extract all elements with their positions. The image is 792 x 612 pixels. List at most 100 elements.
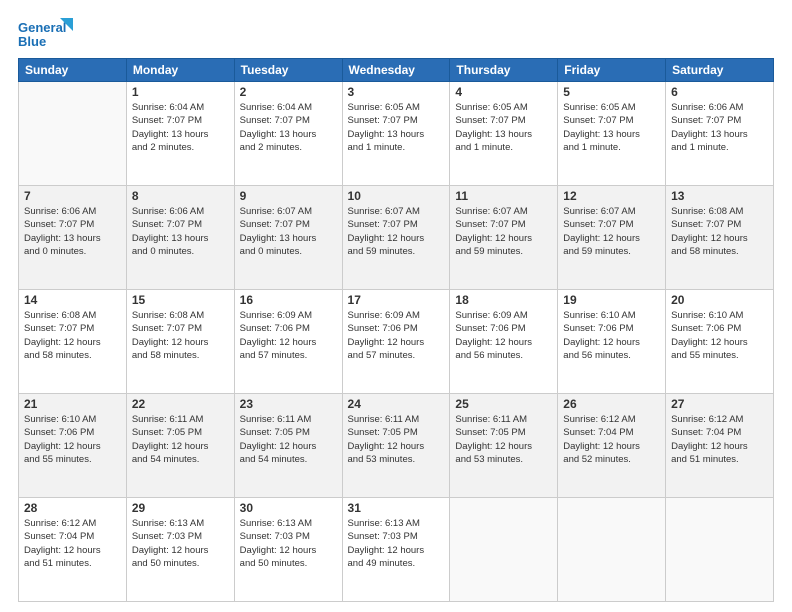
calendar-cell: [558, 498, 666, 602]
calendar-cell: 17 Sunrise: 6:09 AMSunset: 7:06 PMDayligh…: [342, 290, 450, 394]
calendar-cell: 2Sunrise: 6:04 AMSunset: 7:07 PMDaylight…: [234, 82, 342, 186]
calendar-cell: 26 Sunrise: 6:12 AMSunset: 7:04 PMDayligh…: [558, 394, 666, 498]
day-number: 4: [455, 85, 552, 99]
day-number: 10: [348, 189, 445, 203]
day-info: Sunrise: 6:09 AMSunset: 7:06 PMDaylight:…: [348, 309, 445, 362]
day-number: 18: [455, 293, 552, 307]
day-info: Sunrise: 6:11 AMSunset: 7:05 PMDaylight:…: [348, 413, 445, 466]
week-row-5: 28Sunrise: 6:12 AMSunset: 7:04 PMDayligh…: [19, 498, 774, 602]
day-info: Sunrise: 6:09 AMSunset: 7:06 PMDaylight:…: [240, 309, 337, 362]
day-info: Sunrise: 6:08 AMSunset: 7:07 PMDaylight:…: [132, 309, 229, 362]
day-number: 12: [563, 189, 660, 203]
calendar-cell: 20 Sunrise: 6:10 AMSunset: 7:06 PMDayligh…: [666, 290, 774, 394]
header: GeneralBlue: [18, 18, 774, 52]
day-info: Sunrise: 6:04 AMSunset: 7:07 PMDaylight:…: [132, 101, 229, 154]
day-number: 28: [24, 501, 121, 515]
calendar-cell: 7 Sunrise: 6:06 AMSunset: 7:07 PMDaylight…: [19, 186, 127, 290]
calendar-cell: [450, 498, 558, 602]
day-number: 11: [455, 189, 552, 203]
day-number: 17: [348, 293, 445, 307]
week-row-3: 14 Sunrise: 6:08 AMSunset: 7:07 PMDayligh…: [19, 290, 774, 394]
day-number: 29: [132, 501, 229, 515]
calendar-cell: 30 Sunrise: 6:13 AMSunset: 7:03 PMDayligh…: [234, 498, 342, 602]
calendar-cell: 22 Sunrise: 6:11 AMSunset: 7:05 PMDayligh…: [126, 394, 234, 498]
day-number: 20: [671, 293, 768, 307]
weekday-header-tuesday: Tuesday: [234, 59, 342, 82]
weekday-header-friday: Friday: [558, 59, 666, 82]
day-info: Sunrise: 6:13 AMSunset: 7:03 PMDaylight:…: [348, 517, 445, 570]
calendar-cell: 13 Sunrise: 6:08 AMSunset: 7:07 PMDayligh…: [666, 186, 774, 290]
day-info: Sunrise: 6:11 AMSunset: 7:05 PMDaylight:…: [240, 413, 337, 466]
day-number: 1: [132, 85, 229, 99]
calendar-cell: 24 Sunrise: 6:11 AMSunset: 7:05 PMDayligh…: [342, 394, 450, 498]
day-info: Sunrise: 6:07 AMSunset: 7:07 PMDaylight:…: [455, 205, 552, 258]
calendar-table: SundayMondayTuesdayWednesdayThursdayFrid…: [18, 58, 774, 602]
weekday-header-saturday: Saturday: [666, 59, 774, 82]
calendar-cell: 18 Sunrise: 6:09 AMSunset: 7:06 PMDayligh…: [450, 290, 558, 394]
svg-text:Blue: Blue: [18, 34, 46, 49]
calendar-cell: 29 Sunrise: 6:13 AMSunset: 7:03 PMDayligh…: [126, 498, 234, 602]
weekday-header-sunday: Sunday: [19, 59, 127, 82]
day-number: 24: [348, 397, 445, 411]
calendar-cell: 1 Sunrise: 6:04 AMSunset: 7:07 PMDaylight…: [126, 82, 234, 186]
day-number: 19: [563, 293, 660, 307]
day-number: 30: [240, 501, 337, 515]
day-number: 9: [240, 189, 337, 203]
day-info: Sunrise: 6:05 AMSunset: 7:07 PMDaylight:…: [348, 101, 445, 154]
day-info: Sunrise: 6:12 AMSunset: 7:04 PMDaylight:…: [671, 413, 768, 466]
calendar-cell: 11 Sunrise: 6:07 AMSunset: 7:07 PMDayligh…: [450, 186, 558, 290]
week-row-4: 21Sunrise: 6:10 AMSunset: 7:06 PMDayligh…: [19, 394, 774, 498]
calendar-cell: 6 Sunrise: 6:06 AMSunset: 7:07 PMDaylight…: [666, 82, 774, 186]
day-info: Sunrise: 6:13 AMSunset: 7:03 PMDaylight:…: [240, 517, 337, 570]
calendar-cell: [19, 82, 127, 186]
day-number: 8: [132, 189, 229, 203]
calendar-cell: 4Sunrise: 6:05 AMSunset: 7:07 PMDaylight…: [450, 82, 558, 186]
logo: GeneralBlue: [18, 18, 82, 52]
logo-icon: GeneralBlue: [18, 18, 78, 52]
day-number: 6: [671, 85, 768, 99]
day-info: Sunrise: 6:10 AMSunset: 7:06 PMDaylight:…: [671, 309, 768, 362]
weekday-header-row: SundayMondayTuesdayWednesdayThursdayFrid…: [19, 59, 774, 82]
day-number: 25: [455, 397, 552, 411]
day-info: Sunrise: 6:07 AMSunset: 7:07 PMDaylight:…: [348, 205, 445, 258]
day-number: 5: [563, 85, 660, 99]
day-info: Sunrise: 6:12 AMSunset: 7:04 PMDaylight:…: [563, 413, 660, 466]
day-info: Sunrise: 6:04 AMSunset: 7:07 PMDaylight:…: [240, 101, 337, 154]
calendar-cell: 25 Sunrise: 6:11 AMSunset: 7:05 PMDayligh…: [450, 394, 558, 498]
day-number: 27: [671, 397, 768, 411]
calendar-cell: 23 Sunrise: 6:11 AMSunset: 7:05 PMDayligh…: [234, 394, 342, 498]
day-info: Sunrise: 6:07 AMSunset: 7:07 PMDaylight:…: [240, 205, 337, 258]
day-number: 22: [132, 397, 229, 411]
calendar-cell: 27 Sunrise: 6:12 AMSunset: 7:04 PMDayligh…: [666, 394, 774, 498]
day-info: Sunrise: 6:11 AMSunset: 7:05 PMDaylight:…: [132, 413, 229, 466]
day-number: 14: [24, 293, 121, 307]
day-number: 7: [24, 189, 121, 203]
calendar-cell: 10 Sunrise: 6:07 AMSunset: 7:07 PMDayligh…: [342, 186, 450, 290]
calendar-cell: 8Sunrise: 6:06 AMSunset: 7:07 PMDaylight…: [126, 186, 234, 290]
week-row-2: 7 Sunrise: 6:06 AMSunset: 7:07 PMDaylight…: [19, 186, 774, 290]
calendar-cell: 5 Sunrise: 6:05 AMSunset: 7:07 PMDaylight…: [558, 82, 666, 186]
calendar-cell: 28Sunrise: 6:12 AMSunset: 7:04 PMDayligh…: [19, 498, 127, 602]
day-number: 13: [671, 189, 768, 203]
day-number: 23: [240, 397, 337, 411]
weekday-header-monday: Monday: [126, 59, 234, 82]
calendar-cell: 3Sunrise: 6:05 AMSunset: 7:07 PMDaylight…: [342, 82, 450, 186]
page: GeneralBlue SundayMondayTuesdayWednesday…: [0, 0, 792, 612]
day-info: Sunrise: 6:06 AMSunset: 7:07 PMDaylight:…: [24, 205, 121, 258]
calendar-cell: 31Sunrise: 6:13 AMSunset: 7:03 PMDayligh…: [342, 498, 450, 602]
day-info: Sunrise: 6:09 AMSunset: 7:06 PMDaylight:…: [455, 309, 552, 362]
day-number: 26: [563, 397, 660, 411]
day-info: Sunrise: 6:11 AMSunset: 7:05 PMDaylight:…: [455, 413, 552, 466]
week-row-1: 1 Sunrise: 6:04 AMSunset: 7:07 PMDaylight…: [19, 82, 774, 186]
day-info: Sunrise: 6:10 AMSunset: 7:06 PMDaylight:…: [563, 309, 660, 362]
calendar-cell: 9 Sunrise: 6:07 AMSunset: 7:07 PMDaylight…: [234, 186, 342, 290]
day-info: Sunrise: 6:08 AMSunset: 7:07 PMDaylight:…: [671, 205, 768, 258]
day-info: Sunrise: 6:13 AMSunset: 7:03 PMDaylight:…: [132, 517, 229, 570]
day-info: Sunrise: 6:08 AMSunset: 7:07 PMDaylight:…: [24, 309, 121, 362]
day-info: Sunrise: 6:05 AMSunset: 7:07 PMDaylight:…: [563, 101, 660, 154]
day-info: Sunrise: 6:06 AMSunset: 7:07 PMDaylight:…: [671, 101, 768, 154]
day-number: 21: [24, 397, 121, 411]
calendar-cell: 16Sunrise: 6:09 AMSunset: 7:06 PMDayligh…: [234, 290, 342, 394]
day-number: 15: [132, 293, 229, 307]
calendar-cell: 19 Sunrise: 6:10 AMSunset: 7:06 PMDayligh…: [558, 290, 666, 394]
